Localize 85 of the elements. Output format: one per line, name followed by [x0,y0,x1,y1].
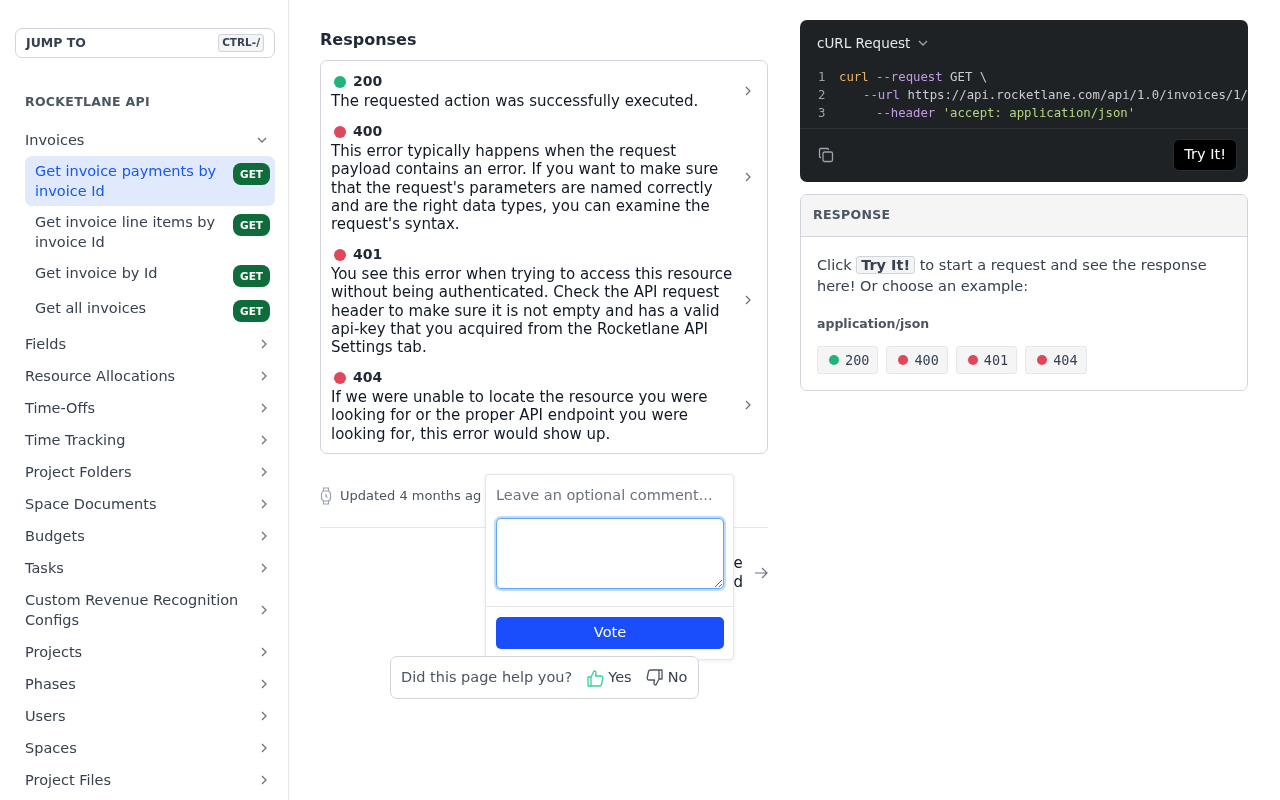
chevron-right-icon [261,466,267,477]
sidebar-group[interactable]: Project Files [15,763,275,796]
sidebar-group[interactable]: Project Folders [15,455,275,488]
shortcut-key: CTRL-/ [218,34,264,52]
sidebar-group[interactable]: Projects [15,635,275,668]
section-heading: Responses [320,29,418,51]
chevron-right-icon [261,498,267,509]
no-button[interactable]: No [645,666,688,689]
status-code: 401 [353,245,383,265]
watch-icon [320,486,332,505]
chevron-right-icon [261,774,267,785]
panel-title: RESPONSE [801,195,1247,237]
content-type-label: application/json [817,314,931,333]
method-badge: GET [233,213,270,236]
response-item[interactable]: 404 If we were unable to locate the resource you were looking for or the proper API endpoint you were looking for, this error would show up. [331,367,757,453]
chevron-right-icon [261,338,267,349]
sidebar-group[interactable]: Phases [15,667,275,700]
comment-prompt: Leave an optional comment... [495,486,714,505]
chevron-right-icon [261,370,267,381]
next-page-link[interactable]: e d [320,554,768,593]
chevron-right-icon [261,678,267,689]
sidebar-group[interactable]: Time-Offs [15,391,275,424]
chevron-right-icon [261,646,267,657]
response-description: This error typically happens when the request payload contains an error. If you want to make sure that the request's parameters are named correctly and are the right data types, you can examine the request's syntax. [331,142,720,234]
chevron-right-icon [745,172,751,183]
status-code: 404 [353,368,383,388]
response-description: You see this error when trying to access this resource without being authenticated. Check the API request header to make sure it is not empty and has a valid api-key that you acquired from the Rocketlane API Settings tab. [331,265,734,357]
sidebar-group[interactable]: Fields [15,327,275,360]
chevron-down-icon [257,136,267,143]
sidebar-group[interactable]: Users [15,699,275,732]
yes-button[interactable]: Yes [586,666,632,689]
chevron-right-icon [261,742,267,753]
sidebar-group[interactable]: Tasks [15,551,275,584]
chevron-right-icon [261,434,267,445]
sidebar-item[interactable]: Get invoice payments by invoice Id GET [25,155,275,206]
response-description: The requested action was successfully executed. [331,92,700,111]
response-item[interactable]: 200 The requested action was successfully executed. [331,71,757,122]
example-button[interactable]: 404 [1025,345,1087,374]
example-button[interactable]: 400 [886,345,948,374]
chevron-down-icon [918,40,929,47]
response-instructions: Click Try It! to start a request and see the response here! Or choose an example: [817,254,1208,296]
example-button[interactable]: 200 [817,345,879,374]
code-line: --url https://api.rocketlane.com/api/1.0/invoices/1/ [862,87,1248,105]
try-it-button[interactable]: Try It! [1173,139,1237,171]
feedback-question: Did this page help you? [401,667,573,687]
line-number: 1 [818,69,827,87]
section-title: ROCKETLANE API [25,93,151,111]
sidebar-group[interactable]: Invoices [15,123,275,156]
chevron-right-icon [261,530,267,541]
chevron-right-icon [261,710,267,721]
sidebar-group[interactable]: Space Documents [15,487,275,520]
chevron-right-icon [745,400,751,411]
sidebar-group[interactable]: Resource Allocations [15,359,275,392]
chevron-right-icon [261,562,267,573]
thumbs-down-icon [645,668,664,687]
code-line: --header 'accept: application/json' [875,105,1136,123]
status-code: 200 [353,72,383,91]
chevron-right-icon [261,402,267,413]
method-badge: GET [233,299,270,322]
method-badge: GET [233,162,270,185]
sidebar-group[interactable]: Time Tracking [15,423,275,456]
arrow-right-icon [754,567,768,580]
language-dropdown[interactable]: cURL Request [817,20,929,54]
sidebar-item[interactable]: Get invoice by Id GET [25,257,275,292]
updated-text: Updated 4 months ag [340,486,482,505]
jump-to-button[interactable]: JUMP TO CTRL-/ [15,28,275,58]
copy-icon [818,147,834,164]
chevron-right-icon [261,604,267,615]
chevron-right-icon [745,85,751,96]
comment-field[interactable] [496,517,724,589]
method-badge: GET [233,264,270,287]
line-number: 2 [818,87,826,105]
code-line: curl --request GET \ [839,69,988,87]
vote-button[interactable]: Vote [496,616,724,649]
example-button[interactable]: 401 [955,345,1018,374]
sidebar-group[interactable]: Spaces [15,731,275,764]
sidebar-item[interactable]: Get all invoices GET [25,292,275,327]
sidebar-group[interactable]: Custom Revenue Recognition Configs [15,583,275,636]
line-number: 3 [818,105,827,123]
status-code: 400 [353,122,383,142]
thumbs-up-icon [586,668,605,687]
chevron-right-icon [745,295,751,306]
response-description: If we were unable to locate the resource you were looking for or the proper API endpoint you were looking for, this error would show up. [331,388,709,443]
sidebar-group[interactable]: Budgets [15,519,275,552]
sidebar-item[interactable]: Get invoice line items by invoice Id GET [25,206,275,257]
